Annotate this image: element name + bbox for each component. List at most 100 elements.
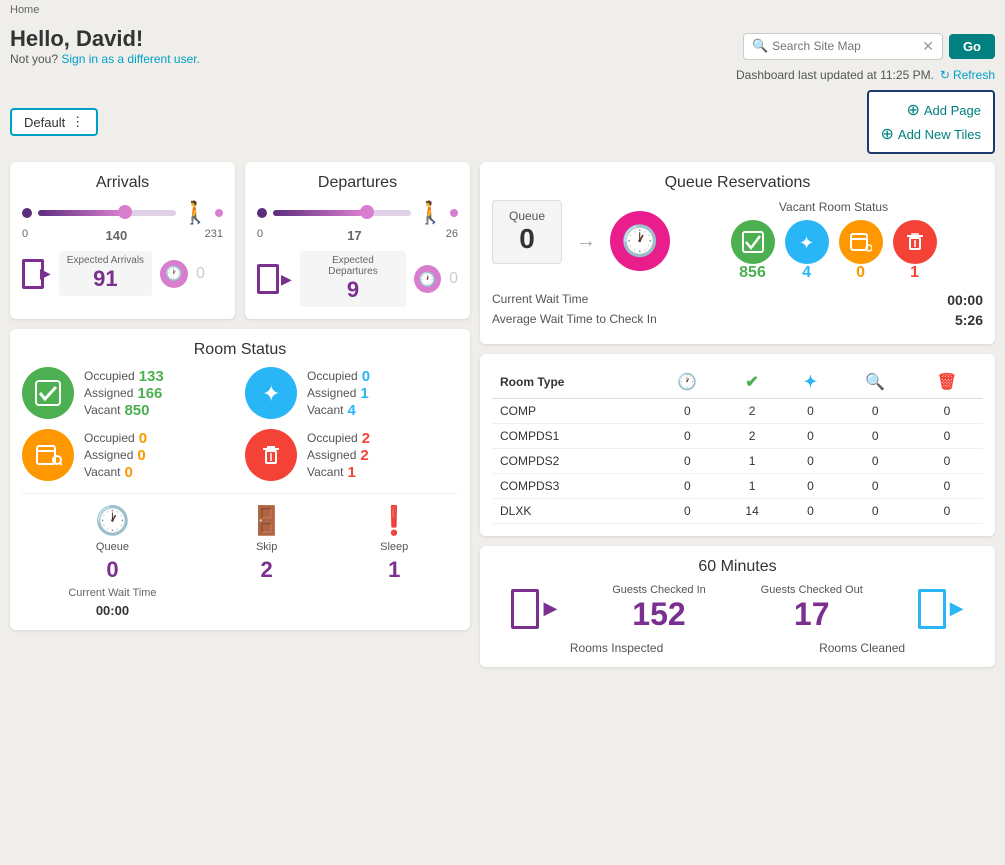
- departures-arrow-icon: ▶: [281, 271, 292, 288]
- table-cell: 1: [723, 449, 781, 474]
- table-cell: COMPDS3: [492, 474, 652, 499]
- arrivals-clock-icon: 🕐: [160, 260, 188, 288]
- table-cell: 0: [781, 499, 839, 524]
- door-in-icon: ▶: [511, 589, 557, 629]
- queue-clock-icon: 🕐: [95, 504, 130, 537]
- sleep-icon: ❗: [377, 504, 412, 537]
- vacant-orange: 0: [839, 220, 883, 282]
- departures-end-dot: [450, 209, 458, 217]
- table-cell: 0: [652, 399, 723, 424]
- th-clock: 🕐: [652, 366, 723, 399]
- red-trash-icon: [245, 429, 297, 481]
- orange-search-trash-icon: [22, 429, 74, 481]
- table-cell: 0: [840, 399, 911, 424]
- search-icon: 🔍: [752, 38, 768, 54]
- default-button[interactable]: Default ⋮: [10, 108, 98, 136]
- table-cell: 0: [911, 449, 983, 474]
- sixty-bottom-labels: Rooms Inspected Rooms Cleaned: [492, 641, 983, 655]
- table-cell: COMP: [492, 399, 652, 424]
- table-row: DLXK014000: [492, 499, 983, 524]
- door-out-icon: ▶: [918, 589, 964, 629]
- room-status-title: Room Status: [22, 341, 458, 359]
- sixty-minutes-card: 60 Minutes ▶ Guests Checked In 152 Guest…: [480, 546, 995, 667]
- wait-times: Current Wait Time 00:00 Average Wait Tim…: [492, 292, 983, 328]
- departures-clock-icon: 🕐: [414, 265, 441, 293]
- blue-sparkle-icon: ✦: [245, 367, 297, 419]
- queue-box: Queue 0: [492, 200, 562, 264]
- vacant-room-status: Vacant Room Status 856 ✦ 4: [684, 200, 983, 282]
- table-cell: 0: [911, 424, 983, 449]
- departures-start-dot: [257, 208, 267, 218]
- departures-labels: 0 17 26: [257, 228, 458, 243]
- room-counts-green: Occupied133 Assigned166 Vacant850: [84, 368, 164, 419]
- room-status-green-item: Occupied133 Assigned166 Vacant850: [22, 367, 235, 419]
- room-sleep-stat: ❗ Sleep 1: [377, 504, 412, 618]
- plus-circle-icon: ⊕: [906, 100, 919, 120]
- search-clear-icon[interactable]: ✕: [922, 38, 934, 55]
- add-tiles-button[interactable]: ⊕ Add New Tiles: [881, 124, 982, 144]
- vacant-red: 1: [893, 220, 937, 282]
- room-type-table: Room Type 🕐 ✔ ✦ 🔍 🗑 COMP02000COMPDS10200…: [492, 366, 983, 524]
- table-cell: 0: [652, 474, 723, 499]
- departures-title: Departures: [257, 174, 458, 192]
- search-input[interactable]: [772, 39, 922, 53]
- room-status-orange-item: Occupied0 Assigned0 Vacant0: [22, 429, 235, 481]
- table-cell: 0: [652, 424, 723, 449]
- room-status-red-item: Occupied2 Assigned2 Vacant1: [245, 429, 458, 481]
- th-room-type: Room Type: [492, 366, 652, 399]
- table-cell: 0: [911, 474, 983, 499]
- vacant-red-icon: [893, 220, 937, 264]
- arrivals-labels: 0 140 231: [22, 228, 223, 243]
- arrivals-title: Arrivals: [22, 174, 223, 192]
- queue-clock-large-icon: 🕐: [610, 211, 670, 271]
- th-check: ✔: [723, 366, 781, 399]
- room-current-wait-val: 00:00: [96, 603, 129, 618]
- room-status-blue-item: ✦ Occupied0 Assigned1 Vacant4: [245, 367, 458, 419]
- dashboard-info: Dashboard last updated at 11:25 PM. ↻ Re…: [0, 68, 1005, 86]
- room-status-card: Room Status Occupied133 Assigned166 Vaca…: [10, 329, 470, 630]
- table-cell: 0: [652, 499, 723, 524]
- room-type-table-card: Room Type 🕐 ✔ ✦ 🔍 🗑 COMP02000COMPDS10200…: [480, 354, 995, 536]
- table-cell: COMPDS1: [492, 424, 652, 449]
- table-cell: 0: [781, 424, 839, 449]
- arrivals-progress-fill: [38, 210, 121, 216]
- greeting: Hello, David!: [10, 26, 200, 52]
- table-cell: 1: [723, 474, 781, 499]
- room-type-table-container[interactable]: Room Type 🕐 ✔ ✦ 🔍 🗑 COMP02000COMPDS10200…: [492, 366, 983, 524]
- arrivals-expected-box: Expected Arrivals 91: [59, 251, 152, 296]
- go-button[interactable]: Go: [949, 34, 995, 59]
- room-skip-stat: 🚪 Skip 2: [249, 504, 284, 618]
- queue-reservations-card: Queue Reservations Queue 0 → 🕐 Vacant Ro…: [480, 162, 995, 344]
- sign-in-link[interactable]: Sign in as a different user.: [61, 52, 200, 66]
- table-cell: 0: [781, 449, 839, 474]
- skip-icon: 🚪: [249, 504, 284, 537]
- table-cell: DLXK: [492, 499, 652, 524]
- refresh-icon: ↻: [940, 68, 950, 82]
- add-page-button[interactable]: ⊕ Add Page: [906, 100, 981, 120]
- svg-text:✦: ✦: [262, 381, 280, 406]
- table-row: COMPDS301000: [492, 474, 983, 499]
- th-trash: 🗑: [911, 366, 983, 399]
- table-row: COMPDS201000: [492, 449, 983, 474]
- th-search: 🔍: [840, 366, 911, 399]
- breadcrumb: Home: [0, 0, 1005, 20]
- sixty-minutes-row: ▶ Guests Checked In 152 Guests Checked O…: [492, 584, 983, 633]
- menu-dots-icon: ⋮: [71, 114, 84, 130]
- vacant-orange-icon: [839, 220, 883, 264]
- plus-circle-icon-2: ⊕: [881, 124, 894, 144]
- sixty-minutes-title: 60 Minutes: [492, 558, 983, 576]
- table-cell: 0: [840, 474, 911, 499]
- add-buttons-container: ⊕ Add Page ⊕ Add New Tiles: [867, 90, 996, 154]
- room-queue-stat: 🕐 Queue 0 Current Wait Time 00:00: [68, 504, 156, 618]
- green-check-icon: [22, 367, 74, 419]
- vacant-green-icon: [731, 220, 775, 264]
- refresh-link[interactable]: ↻ Refresh: [940, 68, 995, 82]
- th-sparkle: ✦: [781, 366, 839, 399]
- table-cell: 0: [781, 474, 839, 499]
- table-row: COMP02000: [492, 399, 983, 424]
- table-cell: 0: [652, 449, 723, 474]
- departures-expected-box: Expected Departures 9: [300, 251, 406, 307]
- departures-card: Departures 🚶 0 17 26: [245, 162, 470, 319]
- room-status-bottom: 🕐 Queue 0 Current Wait Time 00:00 🚪 Skip…: [22, 493, 458, 618]
- departures-thumb: [360, 205, 374, 219]
